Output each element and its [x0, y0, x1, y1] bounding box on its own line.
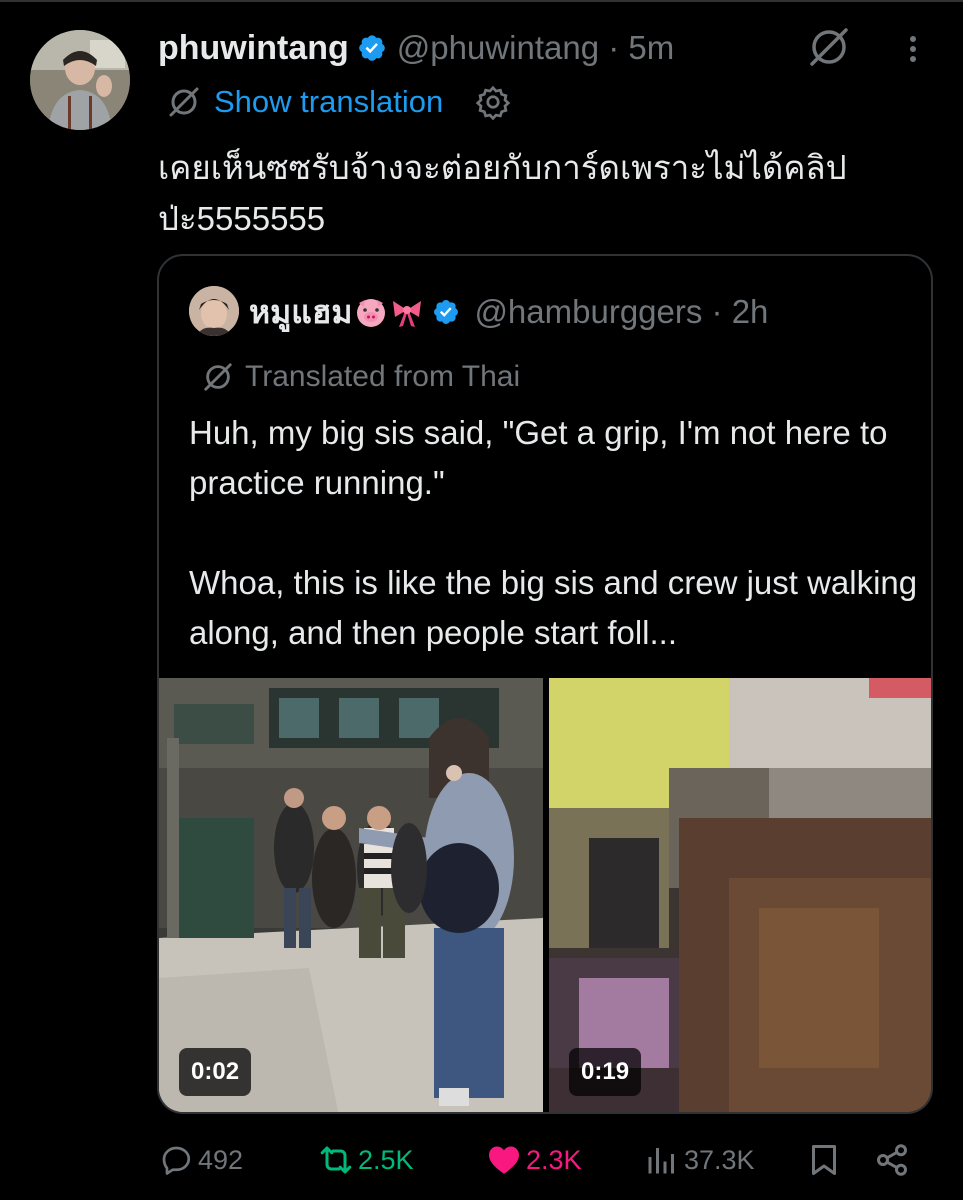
like-button[interactable]: 2.3K	[486, 1135, 582, 1185]
media-grid: 0:02 0:19	[159, 678, 931, 1112]
views-button[interactable]: 37.3K	[644, 1135, 755, 1185]
translated-from-label: Translated from Thai	[245, 360, 521, 393]
quoted-author-handle-time[interactable]: @hamburggers · 2h	[474, 293, 768, 331]
views-count: 37.3K	[684, 1144, 755, 1175]
repost-button[interactable]: 2.5K	[318, 1135, 414, 1185]
translate-icon	[204, 363, 232, 391]
bookmark-button[interactable]	[806, 1135, 842, 1185]
video-thumbnail[interactable]: 0:02	[159, 678, 543, 1112]
translate-icon	[169, 87, 199, 117]
settings-icon[interactable]	[475, 84, 511, 120]
views-icon	[648, 1148, 674, 1174]
action-bar: 492 2.5K 2.3K 37.3K	[158, 1135, 918, 1185]
show-translation-link[interactable]: Show translation	[214, 84, 443, 120]
author-name[interactable]: phuwintang	[158, 29, 349, 68]
post-header: phuwintang @phuwintang · 5m	[158, 24, 674, 72]
like-count: 2.3K	[526, 1144, 582, 1175]
quoted-post-header: หมูแฮม @hamburggers · 2h	[249, 288, 768, 336]
reply-icon	[162, 1146, 191, 1175]
quoted-author-avatar[interactable]	[189, 286, 239, 336]
pig-emoji-icon	[357, 299, 386, 327]
reply-button[interactable]: 492	[158, 1135, 243, 1185]
video-thumbnail[interactable]: 0:19	[549, 678, 931, 1112]
bookmark-icon	[812, 1145, 836, 1175]
reply-count: 492	[198, 1144, 244, 1175]
like-icon	[489, 1146, 519, 1174]
repost-count: 2.5K	[358, 1144, 414, 1175]
author-avatar[interactable]	[30, 30, 130, 130]
share-button[interactable]	[874, 1135, 910, 1185]
quoted-post-text: Huh, my big sis said, "Get a grip, I'm n…	[189, 414, 918, 651]
quoted-post[interactable]: หมูแฮม @hamburggers · 2h Translated from…	[157, 254, 933, 1114]
post-text: เคยเห็นซซรับจ้างจะต่อยกับการ์ดเพราะไม่ได…	[158, 149, 847, 237]
author-handle-time[interactable]: @phuwintang · 5m	[397, 29, 674, 67]
repost-icon	[320, 1146, 352, 1174]
video-duration: 0:19	[569, 1048, 642, 1096]
divider	[0, 0, 963, 2]
grok-icon[interactable]	[806, 24, 852, 70]
ribbon-emoji-icon	[393, 301, 422, 327]
verified-badge-icon	[434, 300, 459, 324]
share-icon	[877, 1144, 907, 1176]
video-duration: 0:02	[179, 1048, 252, 1096]
more-icon[interactable]	[898, 32, 928, 66]
verified-badge-icon	[358, 35, 385, 61]
translated-from-row: Translated from Thai	[201, 356, 520, 398]
quoted-author-name[interactable]: หมูแฮม	[249, 287, 352, 338]
show-translation-row[interactable]: Show translation	[166, 80, 511, 124]
